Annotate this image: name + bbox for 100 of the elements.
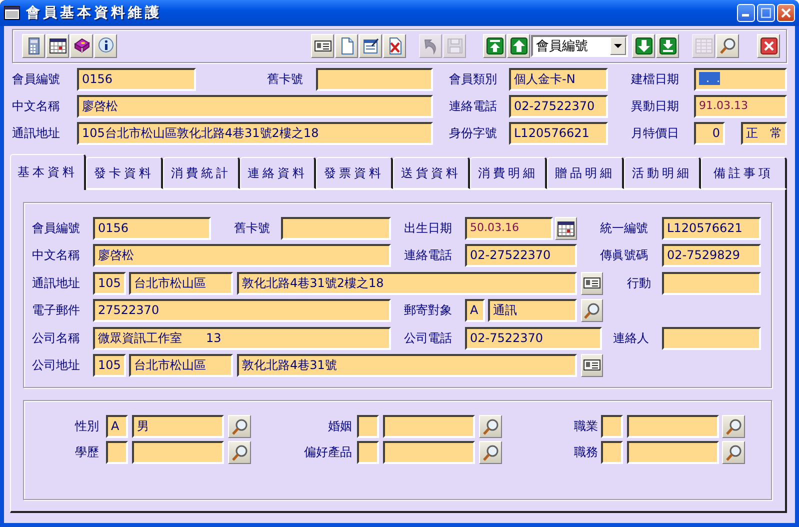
input-field[interactable]: 105台北市松山區敦化北路4巷31號2樓之18	[77, 122, 433, 145]
tab[interactable]: 活動明細	[624, 157, 701, 189]
input-field[interactable]: 02-27522370	[509, 95, 608, 118]
previous-button[interactable]	[507, 34, 530, 58]
input-field[interactable]: 02-7522370	[465, 326, 602, 350]
calendar-button[interactable]	[46, 34, 69, 58]
tab[interactable]: 消費明細	[470, 157, 547, 189]
tab[interactable]: 贈品明細	[547, 157, 624, 189]
input-field[interactable]: 105	[93, 272, 126, 295]
maximize-button[interactable]	[757, 4, 775, 22]
input-field[interactable]: 正 常	[741, 122, 787, 145]
date-field[interactable]: . .	[694, 68, 787, 91]
field-label: 公司電話	[404, 330, 453, 347]
calendar-button[interactable]	[555, 217, 577, 240]
book-button[interactable]	[70, 34, 93, 58]
input-field[interactable]	[601, 415, 623, 438]
date-field[interactable]: 91.03.13	[694, 95, 787, 118]
input-field[interactable]: 0156	[77, 68, 196, 91]
input-field[interactable]: 敦化北路4巷31號2樓之18	[237, 272, 577, 295]
field-label: 舊卡號	[267, 71, 304, 88]
input-field[interactable]: 0156	[93, 217, 211, 240]
search-button[interactable]	[716, 34, 739, 58]
new-button[interactable]	[335, 34, 358, 58]
search-button[interactable]	[479, 415, 502, 438]
input-field[interactable]	[627, 441, 719, 464]
card-button[interactable]	[581, 354, 603, 377]
close-icon	[760, 37, 778, 55]
input-field[interactable]	[357, 441, 379, 464]
input-field[interactable]: 敦化北路4巷31號	[237, 354, 577, 377]
tab[interactable]: 送貨資料	[393, 157, 470, 189]
tab[interactable]: 基本資料	[10, 154, 86, 190]
tab[interactable]: 發卡資料	[86, 157, 163, 189]
search-button[interactable]	[581, 299, 603, 322]
input-field[interactable]	[627, 415, 719, 438]
search-icon	[482, 418, 500, 436]
sort-field-select[interactable]: 會員編號	[531, 35, 628, 57]
input-field[interactable]: 02-7529829	[662, 244, 761, 268]
input-field[interactable]: 微眾資訊工作室 13	[93, 326, 391, 350]
search-button[interactable]	[722, 441, 745, 464]
input-field[interactable]: L120576621	[509, 122, 608, 145]
grid-icon	[694, 37, 712, 55]
field-label: 會員編號	[12, 71, 61, 88]
field-label: 婚姻	[327, 418, 352, 435]
input-field[interactable]: 台北市松山區	[129, 354, 233, 377]
close-button[interactable]	[757, 34, 780, 58]
field-label: 傳眞號碼	[600, 247, 649, 264]
window-icon	[4, 6, 20, 20]
input-field[interactable]	[662, 272, 761, 295]
dropdown-arrow-icon	[614, 44, 622, 48]
input-field[interactable]	[281, 217, 391, 240]
field-label: 出生日期	[404, 220, 453, 237]
input-field[interactable]	[357, 415, 379, 438]
tab[interactable]: 連絡資料	[240, 157, 316, 189]
card-button[interactable]	[581, 272, 603, 295]
card-button[interactable]	[311, 34, 334, 58]
input-field[interactable]: 27522370	[93, 299, 391, 322]
tab[interactable]: 備註事項	[701, 157, 787, 189]
input-field[interactable]: A	[465, 299, 485, 322]
input-field[interactable]: 男	[132, 415, 224, 438]
edit-button[interactable]	[359, 34, 382, 58]
input-field[interactable]: 台北市松山區	[129, 272, 233, 295]
input-field[interactable]: 通訊	[488, 299, 577, 322]
input-field[interactable]: 02-27522370	[465, 244, 577, 268]
info-button[interactable]	[94, 34, 117, 58]
input-field[interactable]	[132, 441, 224, 464]
input-field[interactable]	[601, 441, 623, 464]
first-button[interactable]	[483, 34, 506, 58]
calculator-button[interactable]	[22, 34, 45, 58]
search-button[interactable]	[722, 415, 745, 438]
delete-button[interactable]	[383, 34, 406, 58]
field-label: 統一編號	[600, 220, 649, 237]
up-arrow-icon	[510, 37, 528, 55]
next-button[interactable]	[632, 34, 655, 58]
close-button[interactable]	[777, 4, 795, 22]
search-button[interactable]	[228, 441, 251, 464]
info-icon	[96, 37, 114, 55]
input-field[interactable]: 個人金卡-N	[509, 68, 608, 91]
input-field[interactable]	[662, 326, 761, 350]
input-field[interactable]: A	[106, 415, 128, 438]
tab[interactable]: 消費統計	[163, 157, 240, 189]
search-button[interactable]	[479, 441, 502, 464]
field-label: 建檔日期	[631, 71, 680, 88]
input-field[interactable]: 廖啓松	[93, 244, 391, 268]
input-field[interactable]: 廖啓松	[77, 95, 433, 118]
input-field[interactable]: 105	[93, 354, 126, 377]
calendar-icon	[48, 37, 66, 55]
input-field[interactable]: L120576621	[662, 217, 761, 240]
input-field[interactable]	[383, 415, 475, 438]
input-field[interactable]	[383, 441, 475, 464]
save-icon	[446, 37, 464, 55]
date-field[interactable]: 50.03.16	[465, 217, 553, 240]
input-field[interactable]: 0	[694, 122, 725, 145]
last-button[interactable]	[656, 34, 679, 58]
edit-document-icon	[362, 37, 380, 55]
input-field[interactable]	[316, 68, 433, 91]
field-label: 會員類別	[449, 71, 498, 88]
tab[interactable]: 發票資料	[316, 157, 393, 189]
minimize-button[interactable]	[737, 4, 755, 22]
search-button[interactable]	[228, 415, 251, 438]
input-field[interactable]	[106, 441, 128, 464]
